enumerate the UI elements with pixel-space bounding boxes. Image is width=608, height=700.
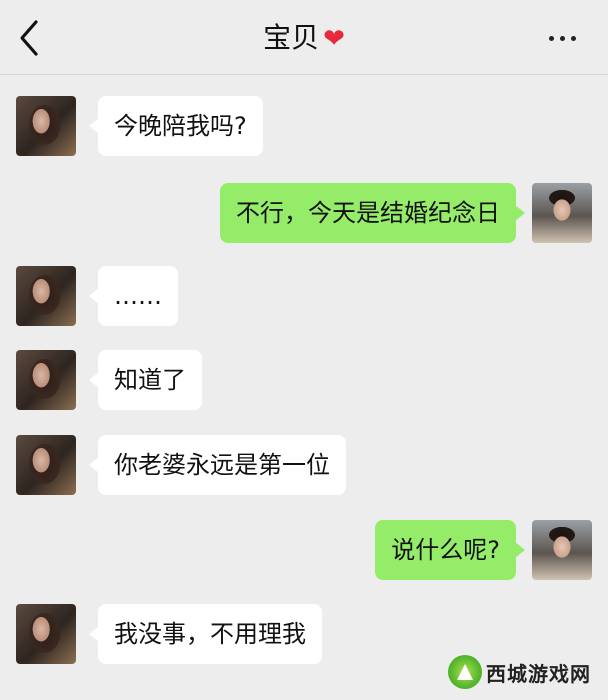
dot-icon: [548, 35, 554, 41]
message-bubble-incoming[interactable]: ……: [89, 266, 178, 326]
message-bubble-incoming[interactable]: 知道了: [89, 350, 202, 410]
chat-header: 宝贝 ❤: [0, 0, 608, 75]
message-bubble-incoming[interactable]: 我没事，不用理我: [89, 604, 322, 664]
contact-avatar[interactable]: [16, 350, 76, 410]
dot-icon: [559, 35, 565, 41]
watermark-text: 西城游戏网: [486, 661, 591, 686]
heart-icon: ❤: [323, 24, 345, 54]
contact-avatar[interactable]: [16, 604, 76, 664]
contact-avatar[interactable]: [16, 266, 76, 326]
more-options-button[interactable]: [542, 26, 582, 50]
message-bubble-outgoing[interactable]: 说什么呢?: [375, 520, 525, 580]
contact-avatar[interactable]: [16, 96, 76, 156]
dot-icon: [570, 35, 576, 41]
chat-title: 宝贝 ❤: [0, 20, 608, 57]
my-avatar[interactable]: [532, 183, 592, 243]
my-avatar[interactable]: [532, 520, 592, 580]
site-watermark: 西城游戏网: [448, 652, 596, 692]
message-bubble-outgoing[interactable]: 不行，今天是结婚纪念日: [220, 183, 525, 243]
message-bubble-incoming[interactable]: 你老婆永远是第一位: [89, 435, 346, 495]
message-bubble-incoming[interactable]: 今晚陪我吗?: [89, 96, 263, 156]
watermark-logo-icon: [448, 655, 482, 689]
contact-avatar[interactable]: [16, 435, 76, 495]
contact-name: 宝贝: [263, 21, 320, 54]
